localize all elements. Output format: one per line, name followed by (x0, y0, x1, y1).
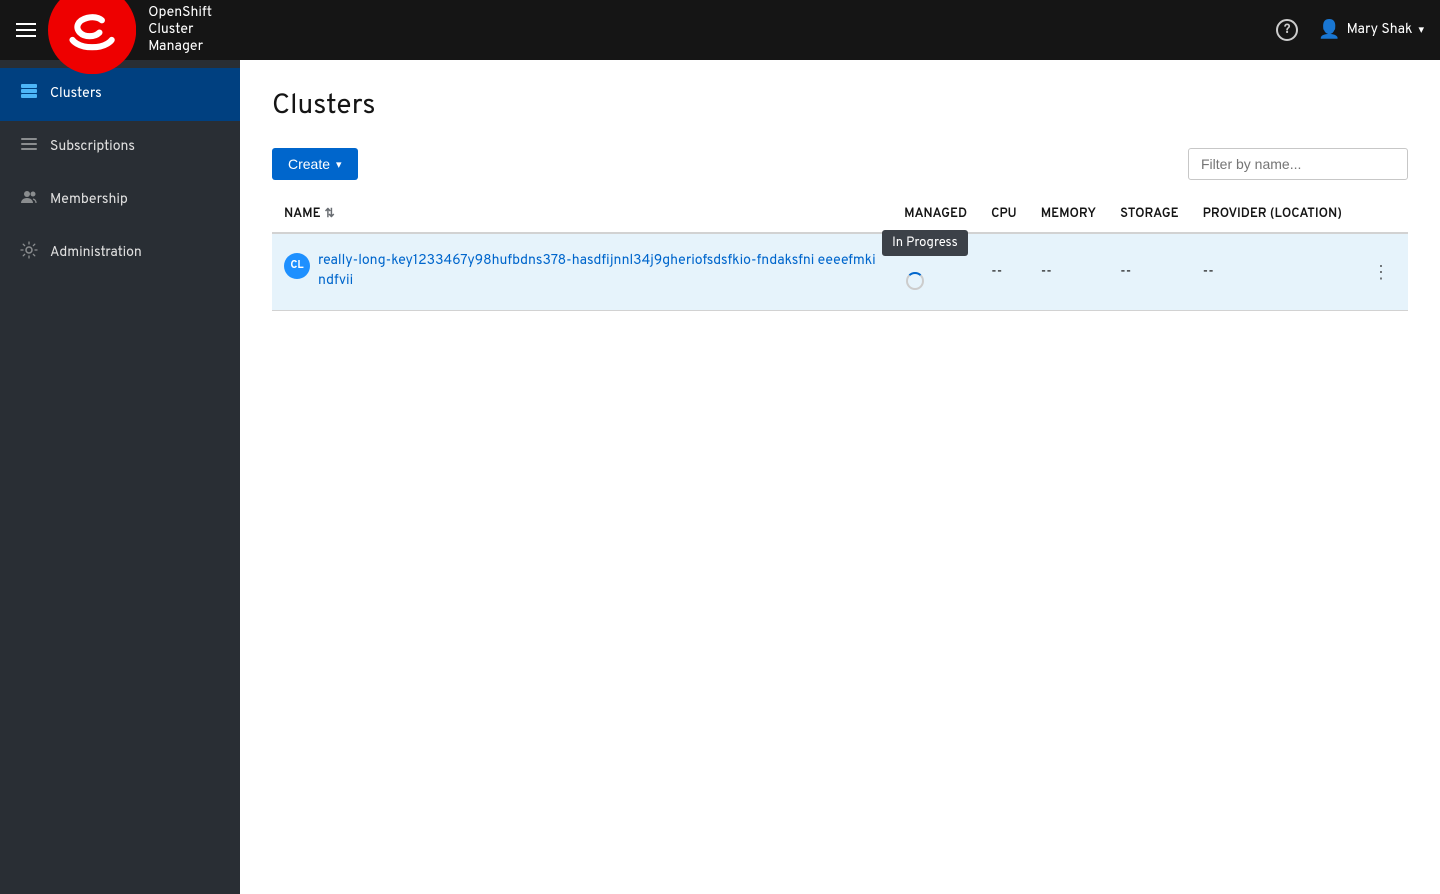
toolbar: Create ▾ (272, 148, 1408, 180)
redhat-logo-icon (48, 0, 136, 74)
col-header-name: NAME ⇅ (272, 196, 892, 233)
filter-input[interactable] (1188, 148, 1408, 180)
col-header-storage: STORAGE (1108, 196, 1190, 233)
sidebar-item-label-membership: Membership (50, 192, 128, 209)
spinner-ring-icon (906, 272, 924, 290)
app-name-label: OpenShift Cluster Manager (148, 5, 230, 56)
col-header-managed: MANAGED (892, 196, 979, 233)
user-avatar-icon: 👤 (1318, 19, 1340, 42)
subscriptions-icon (20, 135, 38, 160)
sidebar-item-label-clusters: Clusters (50, 86, 102, 103)
table-body: CL really-long-key1233467y98hufbdns378-h… (272, 233, 1408, 311)
create-caret-icon: ▾ (336, 158, 342, 171)
topnav-right: ? 👤 Mary Shak ▾ (1276, 19, 1424, 42)
clusters-table: NAME ⇅ MANAGED CPU MEMORY STORAGE PROVID… (272, 196, 1408, 311)
cell-status: In Progress (892, 233, 979, 311)
sidebar: Clusters Subscriptions Memb (0, 60, 240, 894)
topnav: OpenShift Cluster Manager ? 👤 Mary Shak … (0, 0, 1440, 60)
cluster-name-link[interactable]: really-long-key1233467y98hufbdns378-hasd… (318, 252, 880, 291)
create-button[interactable]: Create ▾ (272, 148, 358, 180)
spinner (906, 272, 924, 296)
sidebar-item-administration[interactable]: Administration (0, 227, 240, 280)
brand-logo: OpenShift Cluster Manager (48, 0, 231, 74)
help-button[interactable]: ? (1276, 19, 1298, 41)
page-title: Clusters (272, 88, 1408, 124)
col-header-memory: MEMORY (1029, 196, 1108, 233)
create-button-label: Create (288, 156, 330, 172)
cell-cpu: -- (1029, 233, 1108, 311)
main-content: Clusters Create ▾ NAME ⇅ MANAGED (240, 60, 1440, 894)
user-name-label: Mary Shak (1347, 22, 1413, 39)
col-header-actions (1354, 196, 1408, 233)
cluster-badge: CL (284, 253, 310, 279)
in-progress-tooltip: In Progress (882, 230, 968, 256)
chevron-down-icon: ▾ (1418, 23, 1424, 38)
cell-managed: -- (979, 233, 1029, 311)
clusters-icon (20, 82, 38, 107)
sidebar-item-clusters[interactable]: Clusters (0, 68, 240, 121)
user-menu[interactable]: 👤 Mary Shak ▾ (1318, 19, 1424, 42)
cell-actions: ⋮ (1354, 233, 1408, 311)
table-row: CL really-long-key1233467y98hufbdns378-h… (272, 233, 1408, 311)
sidebar-item-subscriptions[interactable]: Subscriptions (0, 121, 240, 174)
cell-memory: -- (1108, 233, 1190, 311)
membership-icon (20, 188, 38, 213)
col-header-cpu: CPU (979, 196, 1029, 233)
col-header-provider: PROVIDER (LOCATION) (1191, 196, 1354, 233)
sort-icon[interactable]: ⇅ (325, 206, 335, 222)
row-more-options-button[interactable]: ⋮ (1366, 258, 1396, 287)
table-header: NAME ⇅ MANAGED CPU MEMORY STORAGE PROVID… (272, 196, 1408, 233)
question-mark-icon: ? (1284, 22, 1291, 38)
sidebar-item-membership[interactable]: Membership (0, 174, 240, 227)
cell-name: CL really-long-key1233467y98hufbdns378-h… (272, 233, 892, 311)
cell-storage: -- (1191, 233, 1354, 311)
sidebar-item-label-administration: Administration (50, 245, 142, 262)
administration-icon (20, 241, 38, 266)
sidebar-item-label-subscriptions: Subscriptions (50, 139, 135, 156)
hamburger-menu[interactable] (16, 23, 36, 37)
app-body: Clusters Subscriptions Memb (0, 60, 1440, 894)
